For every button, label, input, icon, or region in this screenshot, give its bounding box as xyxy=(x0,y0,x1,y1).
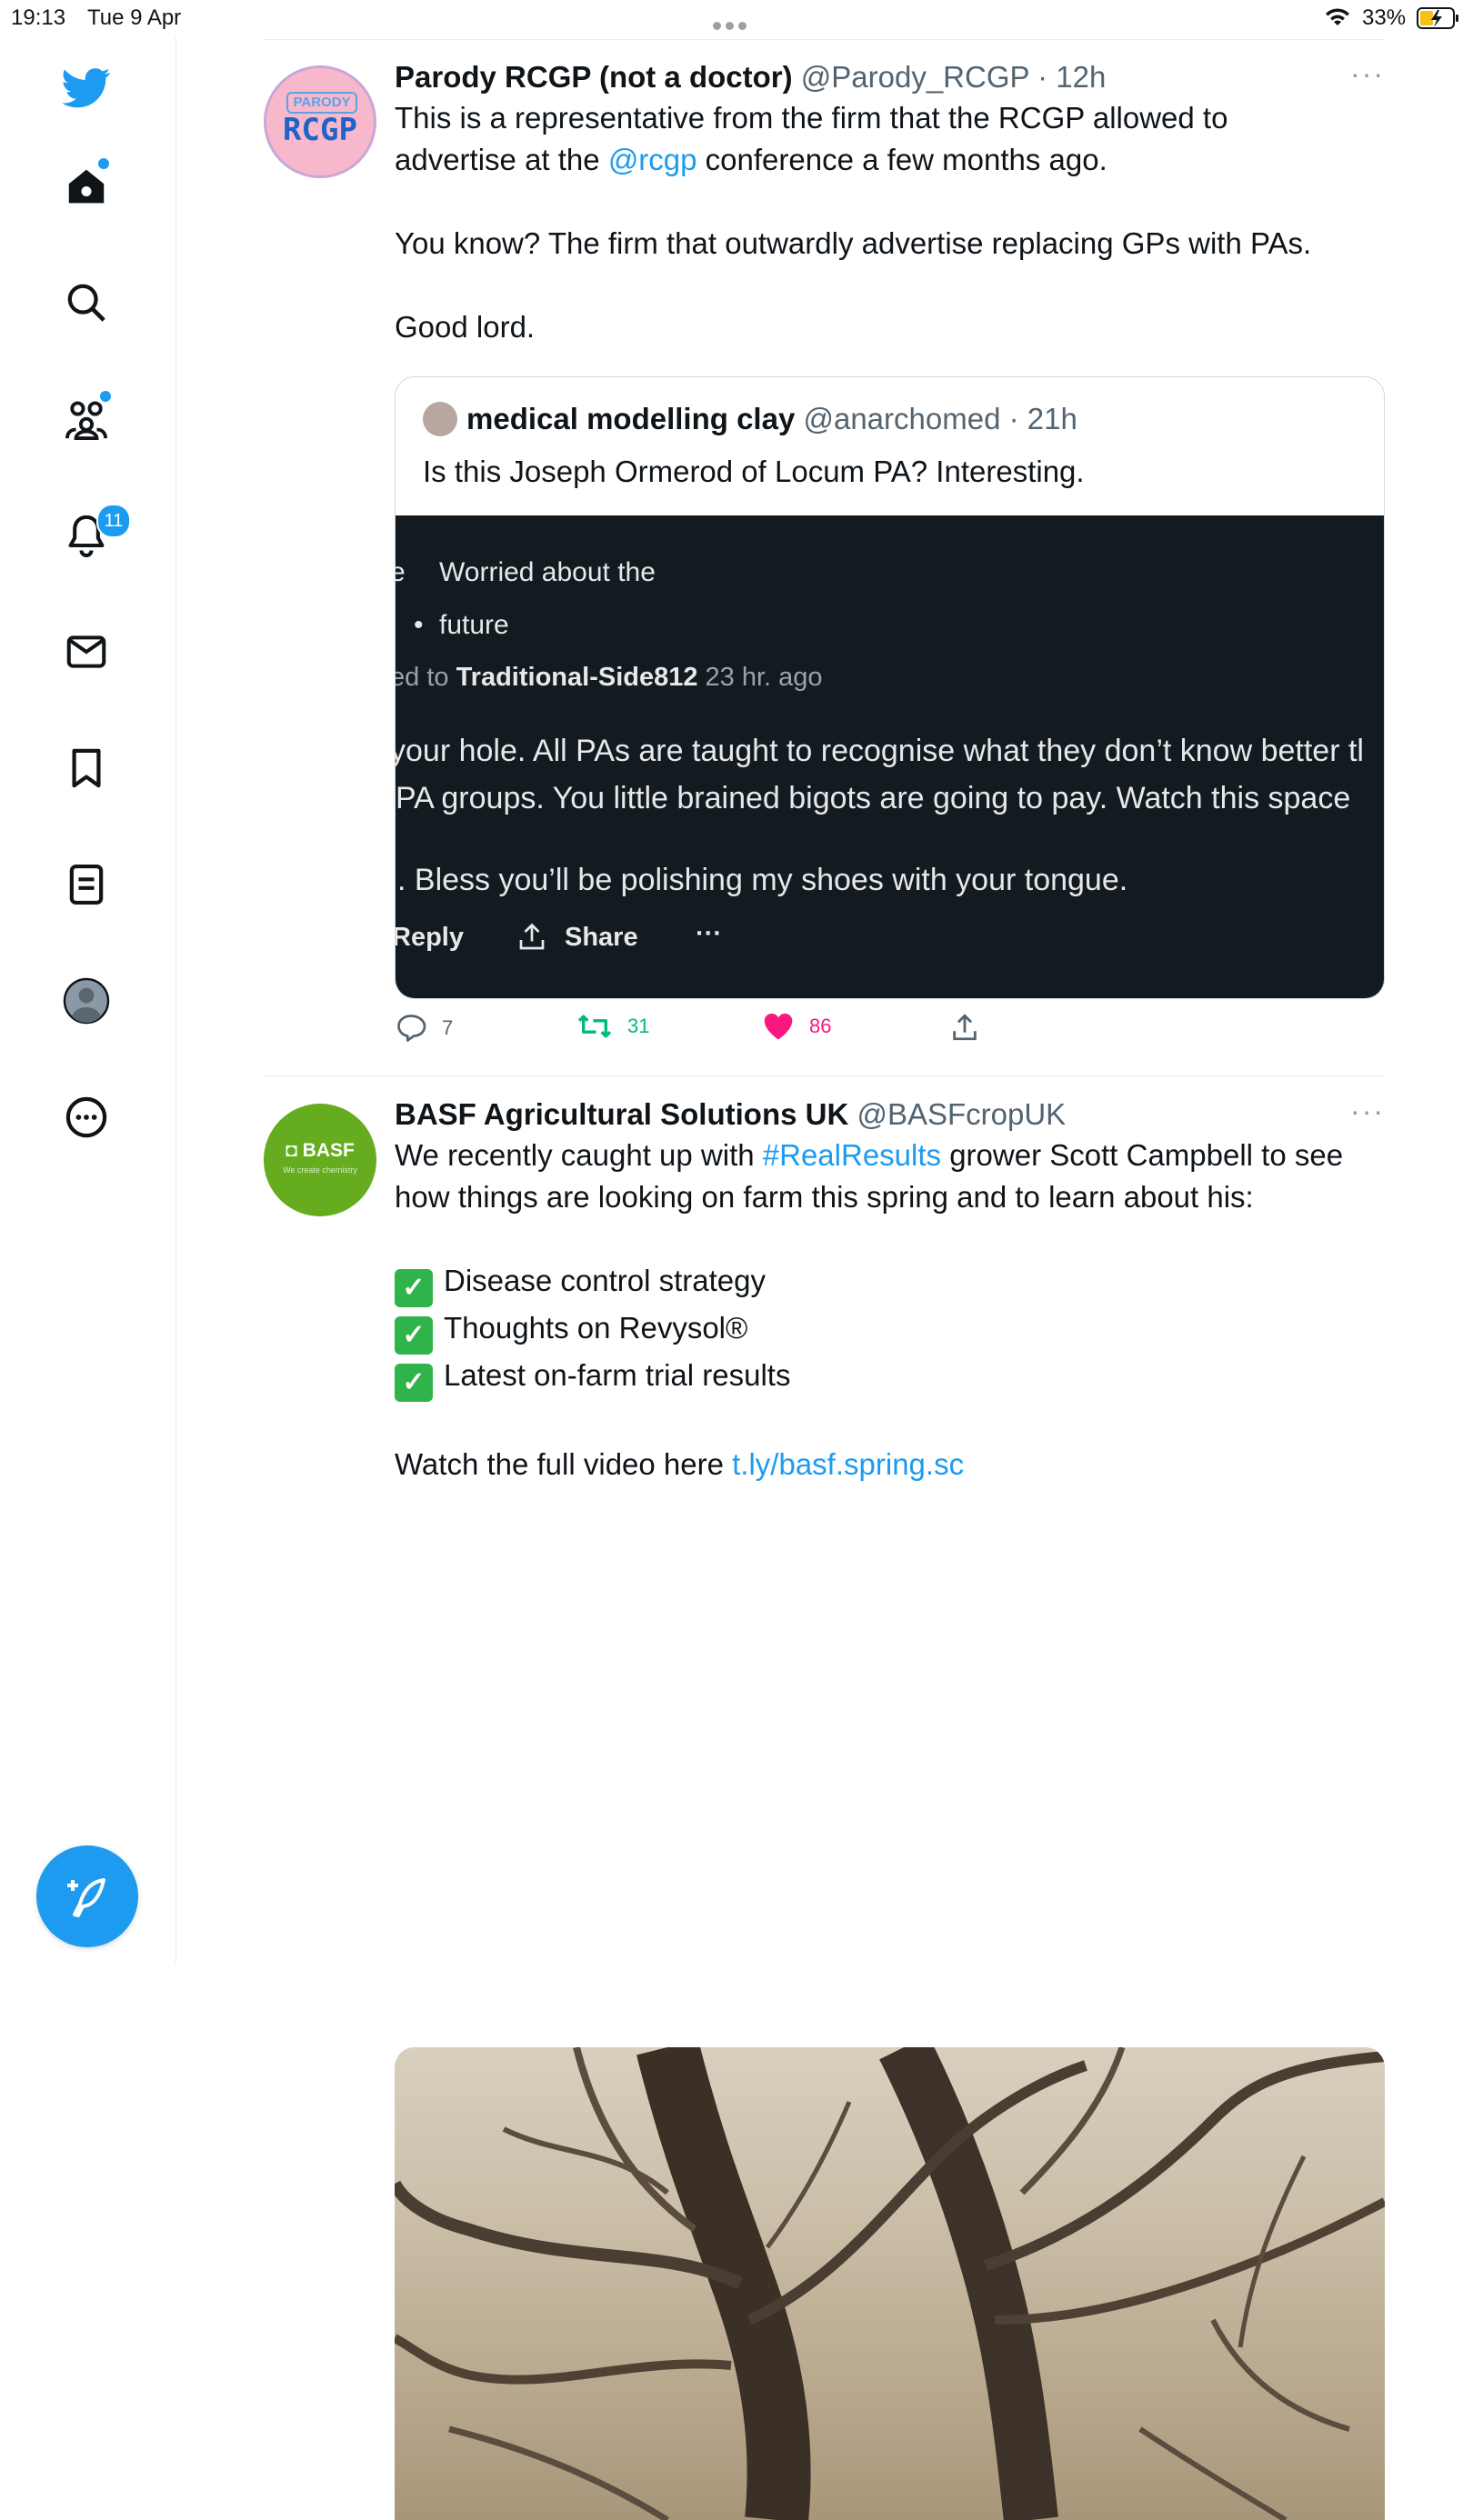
tweet-text-line: Good lord. xyxy=(395,310,536,344)
image-text: • xyxy=(414,610,424,640)
image-text: Share xyxy=(565,923,638,952)
image-text: future xyxy=(439,610,509,640)
notifications-icon[interactable]: 11 xyxy=(45,495,131,576)
reply-button[interactable]: 7 xyxy=(395,1012,453,1045)
tweet-body: Parody RCGP (not a doctor) @Parody_RCGP … xyxy=(395,57,1385,348)
lists-icon[interactable] xyxy=(45,844,127,925)
tweet-text-line: advertise at the @rcgp conference a few … xyxy=(395,139,1385,181)
reply-icon xyxy=(397,1015,426,1042)
tweet-text-line: We recently caught up with #RealResults … xyxy=(395,1138,1344,1172)
multitasking-dots[interactable] xyxy=(713,11,751,36)
author-handle[interactable]: @BASFcropUK xyxy=(857,1097,1066,1131)
search-icon[interactable] xyxy=(45,262,127,344)
more-options-icon[interactable]: ··· xyxy=(1350,1095,1385,1128)
compose-button[interactable] xyxy=(36,1845,138,1947)
tweet-text-segment: conference a few months ago. xyxy=(696,143,1107,176)
wifi-icon xyxy=(1324,5,1351,34)
check-mark-icon: ✓ xyxy=(395,1364,433,1402)
tweet-header: BASF Agricultural Solutions UK @BASFcrop… xyxy=(395,1095,1385,1135)
image-text: your hole. All PAs are taught to recogni… xyxy=(396,734,1364,768)
quote-author-handle: @anarchomed xyxy=(803,402,1001,435)
list-item: ✓ Thoughts on Revysol® xyxy=(395,1307,1385,1355)
check-mark-icon: ✓ xyxy=(395,1316,433,1355)
mention-link[interactable]: @rcgp xyxy=(608,143,697,176)
image-text: e xyxy=(396,557,406,588)
check-mark-icon: ✓ xyxy=(395,1269,433,1307)
tree-branches-image xyxy=(395,2047,1385,2520)
author-handle[interactable]: @Parody_RCGP xyxy=(801,60,1029,94)
status-date: Tue 9 Apr xyxy=(87,5,182,30)
tweet-text: We recently caught up with #RealResults … xyxy=(395,1135,1385,1485)
tweet-body: BASF Agricultural Solutions UK @BASFcrop… xyxy=(395,1095,1385,1485)
video-link[interactable]: t.ly/basf.spring.sc xyxy=(732,1447,964,1481)
home-unread-dot xyxy=(96,156,111,171)
communities-unread-dot xyxy=(98,389,113,404)
sidebar: 11 xyxy=(0,36,176,1964)
bookmarks-icon[interactable] xyxy=(45,727,127,809)
quote-avatar xyxy=(423,402,457,436)
twitter-logo-icon[interactable] xyxy=(45,47,127,129)
communities-icon[interactable] xyxy=(45,378,127,460)
tweet-text-segment: advertise at the xyxy=(395,143,608,176)
avatar-parody-label: PARODY xyxy=(286,92,357,114)
quote-header: medical modelling clay @anarchomed · 21h xyxy=(423,399,1077,439)
reply-count: 7 xyxy=(442,1016,454,1039)
author-name[interactable]: Parody RCGP (not a doctor) xyxy=(395,60,793,94)
retweet-icon xyxy=(577,1015,612,1038)
messages-icon[interactable] xyxy=(45,611,127,693)
share-icon xyxy=(953,1014,977,1041)
avatar-basf-label: ◘ BASF xyxy=(286,1140,355,1161)
tweet-text-line: Watch the full video here t.ly/basf.spri… xyxy=(395,1447,965,1481)
image-text: ··· xyxy=(696,919,722,948)
tweet-text: This is a representative from the firm t… xyxy=(395,97,1385,348)
hashtag-link[interactable]: #RealResults xyxy=(763,1138,941,1172)
like-count: 86 xyxy=(809,1015,832,1037)
dot-separator: · xyxy=(1028,60,1057,94)
tweet-actions: 7 31 86 xyxy=(395,1012,1213,1052)
battery-percent: 33% xyxy=(1362,5,1407,30)
heart-icon xyxy=(764,1013,793,1040)
image-text: ed to Traditional-Side812 23 hr. ago xyxy=(396,663,823,692)
list-item: ✓ Disease control strategy xyxy=(395,1260,1385,1307)
author-name[interactable]: BASF Agricultural Solutions UK xyxy=(395,1097,848,1131)
status-bar: 19:13 Tue 9 Apr 33% xyxy=(0,0,1473,36)
tweet[interactable]: PARODY RCGP Parody RCGP (not a doctor) @… xyxy=(264,39,1385,1077)
quote-author-name: medical modelling clay xyxy=(466,402,796,435)
retweet-count: 31 xyxy=(627,1015,650,1037)
avatar-basf-tagline: We create chemistry xyxy=(283,1165,357,1175)
avatar[interactable]: PARODY RCGP xyxy=(264,65,376,178)
tweet-text-line: how things are looking on farm this spri… xyxy=(395,1180,1254,1214)
image-text: Worried about the xyxy=(439,557,656,587)
list-item: ✓ Latest on-farm trial results xyxy=(395,1355,1385,1402)
tweet-text-line: This is a representative from the firm t… xyxy=(395,101,1228,135)
retweet-button[interactable]: 31 xyxy=(576,1012,649,1041)
status-time: 19:13 xyxy=(11,5,66,30)
avatar[interactable]: ◘ BASF We create chemistry xyxy=(264,1104,376,1216)
tweet-time[interactable]: 12h xyxy=(1056,60,1106,94)
quote-time: 21h xyxy=(1027,402,1077,435)
more-options-icon[interactable]: ··· xyxy=(1350,57,1385,91)
image-text: . Bless you’ll be polishing my shoes wit… xyxy=(397,863,1128,897)
tweet-header: Parody RCGP (not a doctor) @Parody_RCGP … xyxy=(395,57,1385,97)
compose-icon xyxy=(67,1878,105,1917)
home-icon[interactable] xyxy=(45,145,127,227)
avatar-rcgp-label: RCGP xyxy=(283,112,357,148)
profile-icon[interactable] xyxy=(45,960,127,1042)
share-icon xyxy=(516,921,548,958)
quoted-tweet[interactable]: medical modelling clay @anarchomed · 21h… xyxy=(395,376,1385,999)
tweet-video[interactable] xyxy=(395,2047,1385,2520)
quote-text: Is this Joseph Ormerod of Locum PA? Inte… xyxy=(423,455,1085,488)
more-icon[interactable] xyxy=(45,1076,127,1158)
notifications-count-badge: 11 xyxy=(96,504,131,538)
dot-separator: · xyxy=(1000,402,1027,435)
share-button[interactable] xyxy=(949,1012,980,1043)
like-button[interactable]: 86 xyxy=(762,1012,831,1041)
image-text: PA groups. You little brained bigots are… xyxy=(396,781,1351,815)
tweet-text-line: You know? The firm that outwardly advert… xyxy=(395,226,1312,260)
quote-screenshot-image: e Worried about the • future ed to Tradi… xyxy=(396,515,1384,998)
battery-charging-icon xyxy=(1417,7,1460,35)
image-text: Reply xyxy=(396,923,464,952)
tweet[interactable]: ◘ BASF We create chemistry BASF Agricult… xyxy=(264,1076,1385,2520)
